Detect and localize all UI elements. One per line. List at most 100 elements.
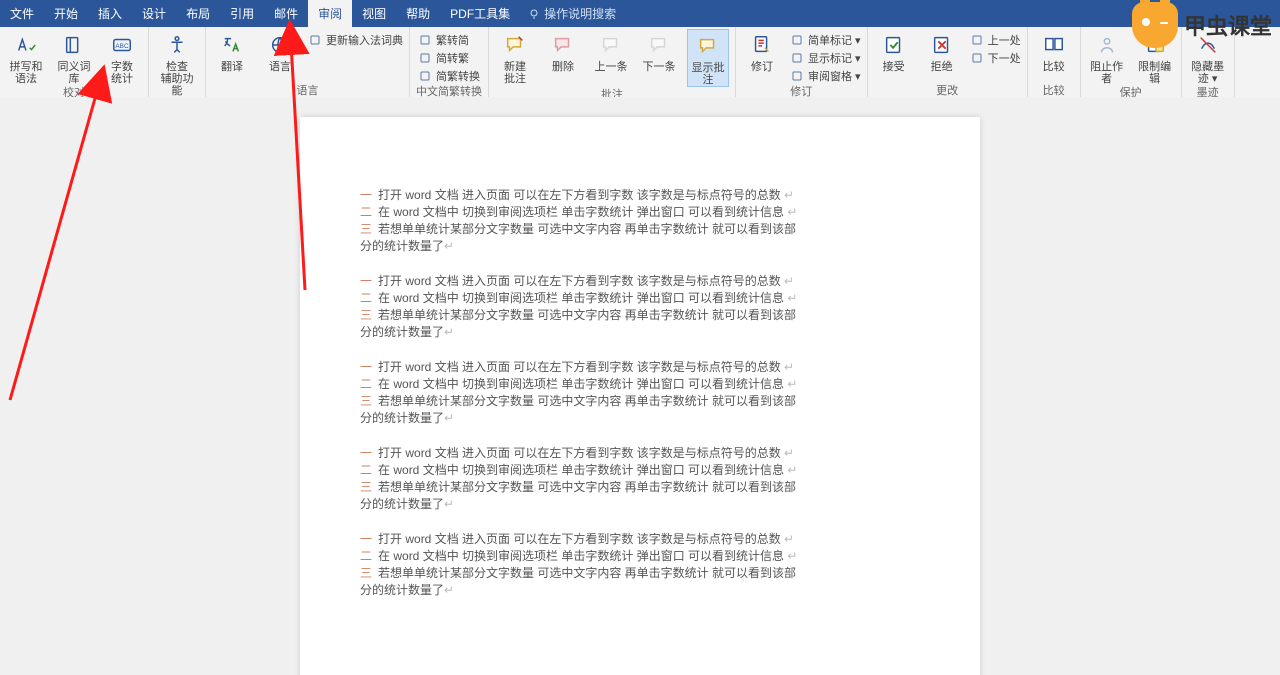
thesaurus-icon bbox=[60, 31, 88, 59]
paragraph: 一打开 word 文档 进入页面 可以在左下方看到字数 该字数是与标点符号的总数… bbox=[360, 531, 920, 599]
group-更改: 接受 拒绝上一处下一处更改 bbox=[868, 27, 1028, 97]
delete-comment-button[interactable]: 删除 bbox=[543, 29, 583, 73]
block-authors-icon bbox=[1093, 31, 1121, 59]
ribbon: 拼写和语法同义词库ABC字数统计校对检查辅助功能辅助功能翻译语言更新输入法词典语… bbox=[0, 27, 1280, 98]
nav-change-0-button[interactable]: 上一处 bbox=[970, 32, 1021, 48]
tell-me-label: 操作说明搜索 bbox=[544, 5, 616, 22]
reject-button[interactable]: 拒绝 bbox=[922, 29, 962, 73]
new-comment-label: 新建批注 bbox=[504, 61, 526, 85]
track-opts-2-button[interactable]: 审阅窗格 ▾ bbox=[790, 68, 861, 84]
lightbulb-icon bbox=[528, 8, 540, 20]
group-校对: 拼写和语法同义词库ABC字数统计校对 bbox=[0, 27, 149, 97]
sc-tc-2-button[interactable]: 简繁转换 bbox=[418, 68, 480, 84]
svg-text:ABC: ABC bbox=[115, 43, 129, 50]
block-authors-label: 阻止作者 bbox=[1087, 61, 1127, 85]
paragraph: 一打开 word 文档 进入页面 可以在左下方看到字数 该字数是与标点符号的总数… bbox=[360, 359, 920, 427]
nav-change-0-icon bbox=[970, 33, 984, 47]
block-authors-button[interactable]: 阻止作者 bbox=[1087, 29, 1127, 85]
tab-references[interactable]: 引用 bbox=[220, 0, 264, 27]
sc-tc-0-button[interactable]: 繁转简 bbox=[418, 32, 480, 48]
menu-bar: 文件 开始 插入 设计 布局 引用 邮件 审阅 视图 帮助 PDF工具集 操作说… bbox=[0, 0, 1280, 27]
show-comments-button[interactable]: 显示批注 bbox=[687, 29, 729, 87]
track-opts-2-label: 审阅窗格 ▾ bbox=[808, 68, 861, 84]
sc-tc-2-label: 简繁转换 bbox=[436, 68, 480, 84]
nav-change-1-button[interactable]: 下一处 bbox=[970, 50, 1021, 66]
spelling-button[interactable]: 拼写和语法 bbox=[6, 29, 46, 85]
document-page: 一打开 word 文档 进入页面 可以在左下方看到字数 该字数是与标点符号的总数… bbox=[300, 117, 980, 675]
language-label: 语言 bbox=[269, 61, 291, 73]
group-label: 更改 bbox=[936, 83, 958, 97]
next-comment-button[interactable]: 下一条 bbox=[639, 29, 679, 73]
wordcount-icon: ABC bbox=[108, 31, 136, 59]
translate-button[interactable]: 翻译 bbox=[212, 29, 252, 73]
group-辅助功能: 检查辅助功能辅助功能 bbox=[149, 27, 206, 97]
sc-tc-1-button[interactable]: 简转繁 bbox=[418, 50, 480, 66]
sc-tc-1-label: 简转繁 bbox=[436, 50, 469, 66]
group-批注: 新建批注删除上一条下一条显示批注批注 bbox=[489, 27, 736, 97]
track-opts-0-button[interactable]: 简单标记 ▾ bbox=[790, 32, 861, 48]
tab-review[interactable]: 审阅 bbox=[308, 0, 352, 27]
tab-design[interactable]: 设计 bbox=[132, 0, 176, 27]
group-语言: 翻译语言更新输入法词典语言 bbox=[206, 27, 410, 97]
wordcount-label: 字数统计 bbox=[111, 61, 133, 85]
tab-help[interactable]: 帮助 bbox=[396, 0, 440, 27]
group-中文简繁转换: 繁转简简转繁简繁转换中文简繁转换 bbox=[410, 27, 489, 97]
delete-comment-label: 删除 bbox=[552, 61, 574, 73]
prev-comment-button[interactable]: 上一条 bbox=[591, 29, 631, 73]
language-icon bbox=[266, 31, 294, 59]
group-修订: 修订简单标记 ▾显示标记 ▾审阅窗格 ▾修订 bbox=[736, 27, 868, 97]
accessibility-label: 检查辅助功能 bbox=[157, 61, 197, 97]
accept-icon bbox=[880, 31, 908, 59]
track-opts-1-label: 显示标记 ▾ bbox=[808, 50, 861, 66]
paragraph: 一打开 word 文档 进入页面 可以在左下方看到字数 该字数是与标点符号的总数… bbox=[360, 187, 920, 255]
sc-tc-0-label: 繁转简 bbox=[436, 32, 469, 48]
compare-button[interactable]: 比较 bbox=[1034, 29, 1074, 73]
tab-layout[interactable]: 布局 bbox=[176, 0, 220, 27]
sc-tc-1-icon bbox=[418, 51, 432, 65]
brand-text: 甲虫课堂 bbox=[1184, 9, 1272, 41]
hide-ink-label: 隐藏墨迹 ▾ bbox=[1191, 61, 1224, 85]
spelling-label: 拼写和语法 bbox=[6, 61, 46, 85]
restrict-label: 限制编辑 bbox=[1135, 61, 1175, 85]
thesaurus-button[interactable]: 同义词库 bbox=[54, 29, 94, 85]
show-comments-label: 显示批注 bbox=[688, 62, 728, 86]
brand-logo-icon bbox=[1132, 2, 1178, 48]
sc-tc-2-icon bbox=[418, 69, 432, 83]
track-label: 修订 bbox=[751, 61, 773, 73]
group-label: 比较 bbox=[1043, 83, 1065, 97]
track-opts-1-button[interactable]: 显示标记 ▾ bbox=[790, 50, 861, 66]
show-comments-icon bbox=[694, 32, 722, 60]
wordcount-button[interactable]: ABC 字数统计 bbox=[102, 29, 142, 85]
tab-file[interactable]: 文件 bbox=[0, 0, 44, 27]
track-button[interactable]: 修订 bbox=[742, 29, 782, 73]
tell-me[interactable]: 操作说明搜索 bbox=[528, 0, 616, 27]
accessibility-icon bbox=[163, 31, 191, 59]
paragraph: 一打开 word 文档 进入页面 可以在左下方看到字数 该字数是与标点符号的总数… bbox=[360, 445, 920, 513]
compare-label: 比较 bbox=[1043, 61, 1065, 73]
thesaurus-label: 同义词库 bbox=[54, 61, 94, 85]
ime-0-button[interactable]: 更新输入法词典 bbox=[308, 32, 403, 48]
document-area: 一打开 word 文档 进入页面 可以在左下方看到字数 该字数是与标点符号的总数… bbox=[0, 97, 1280, 675]
accept-label: 接受 bbox=[883, 61, 905, 73]
new-comment-button[interactable]: 新建批注 bbox=[495, 29, 535, 85]
ime-0-icon bbox=[308, 33, 322, 47]
translate-label: 翻译 bbox=[221, 61, 243, 73]
accessibility-button[interactable]: 检查辅助功能 bbox=[157, 29, 197, 97]
next-comment-icon bbox=[645, 31, 673, 59]
tab-mailings[interactable]: 邮件 bbox=[264, 0, 308, 27]
brand-watermark: 甲虫课堂 bbox=[1132, 2, 1272, 48]
tab-pdftools[interactable]: PDF工具集 bbox=[440, 0, 520, 27]
prev-comment-icon bbox=[597, 31, 625, 59]
track-opts-1-icon bbox=[790, 51, 804, 65]
tab-insert[interactable]: 插入 bbox=[88, 0, 132, 27]
tab-view[interactable]: 视图 bbox=[352, 0, 396, 27]
prev-comment-label: 上一条 bbox=[595, 61, 628, 73]
language-button[interactable]: 语言 bbox=[260, 29, 300, 73]
accept-button[interactable]: 接受 bbox=[874, 29, 914, 73]
ime-0-label: 更新输入法词典 bbox=[326, 32, 403, 48]
tab-home[interactable]: 开始 bbox=[44, 0, 88, 27]
nav-change-1-label: 下一处 bbox=[988, 50, 1021, 66]
reject-icon bbox=[928, 31, 956, 59]
track-opts-2-icon bbox=[790, 69, 804, 83]
delete-comment-icon bbox=[549, 31, 577, 59]
